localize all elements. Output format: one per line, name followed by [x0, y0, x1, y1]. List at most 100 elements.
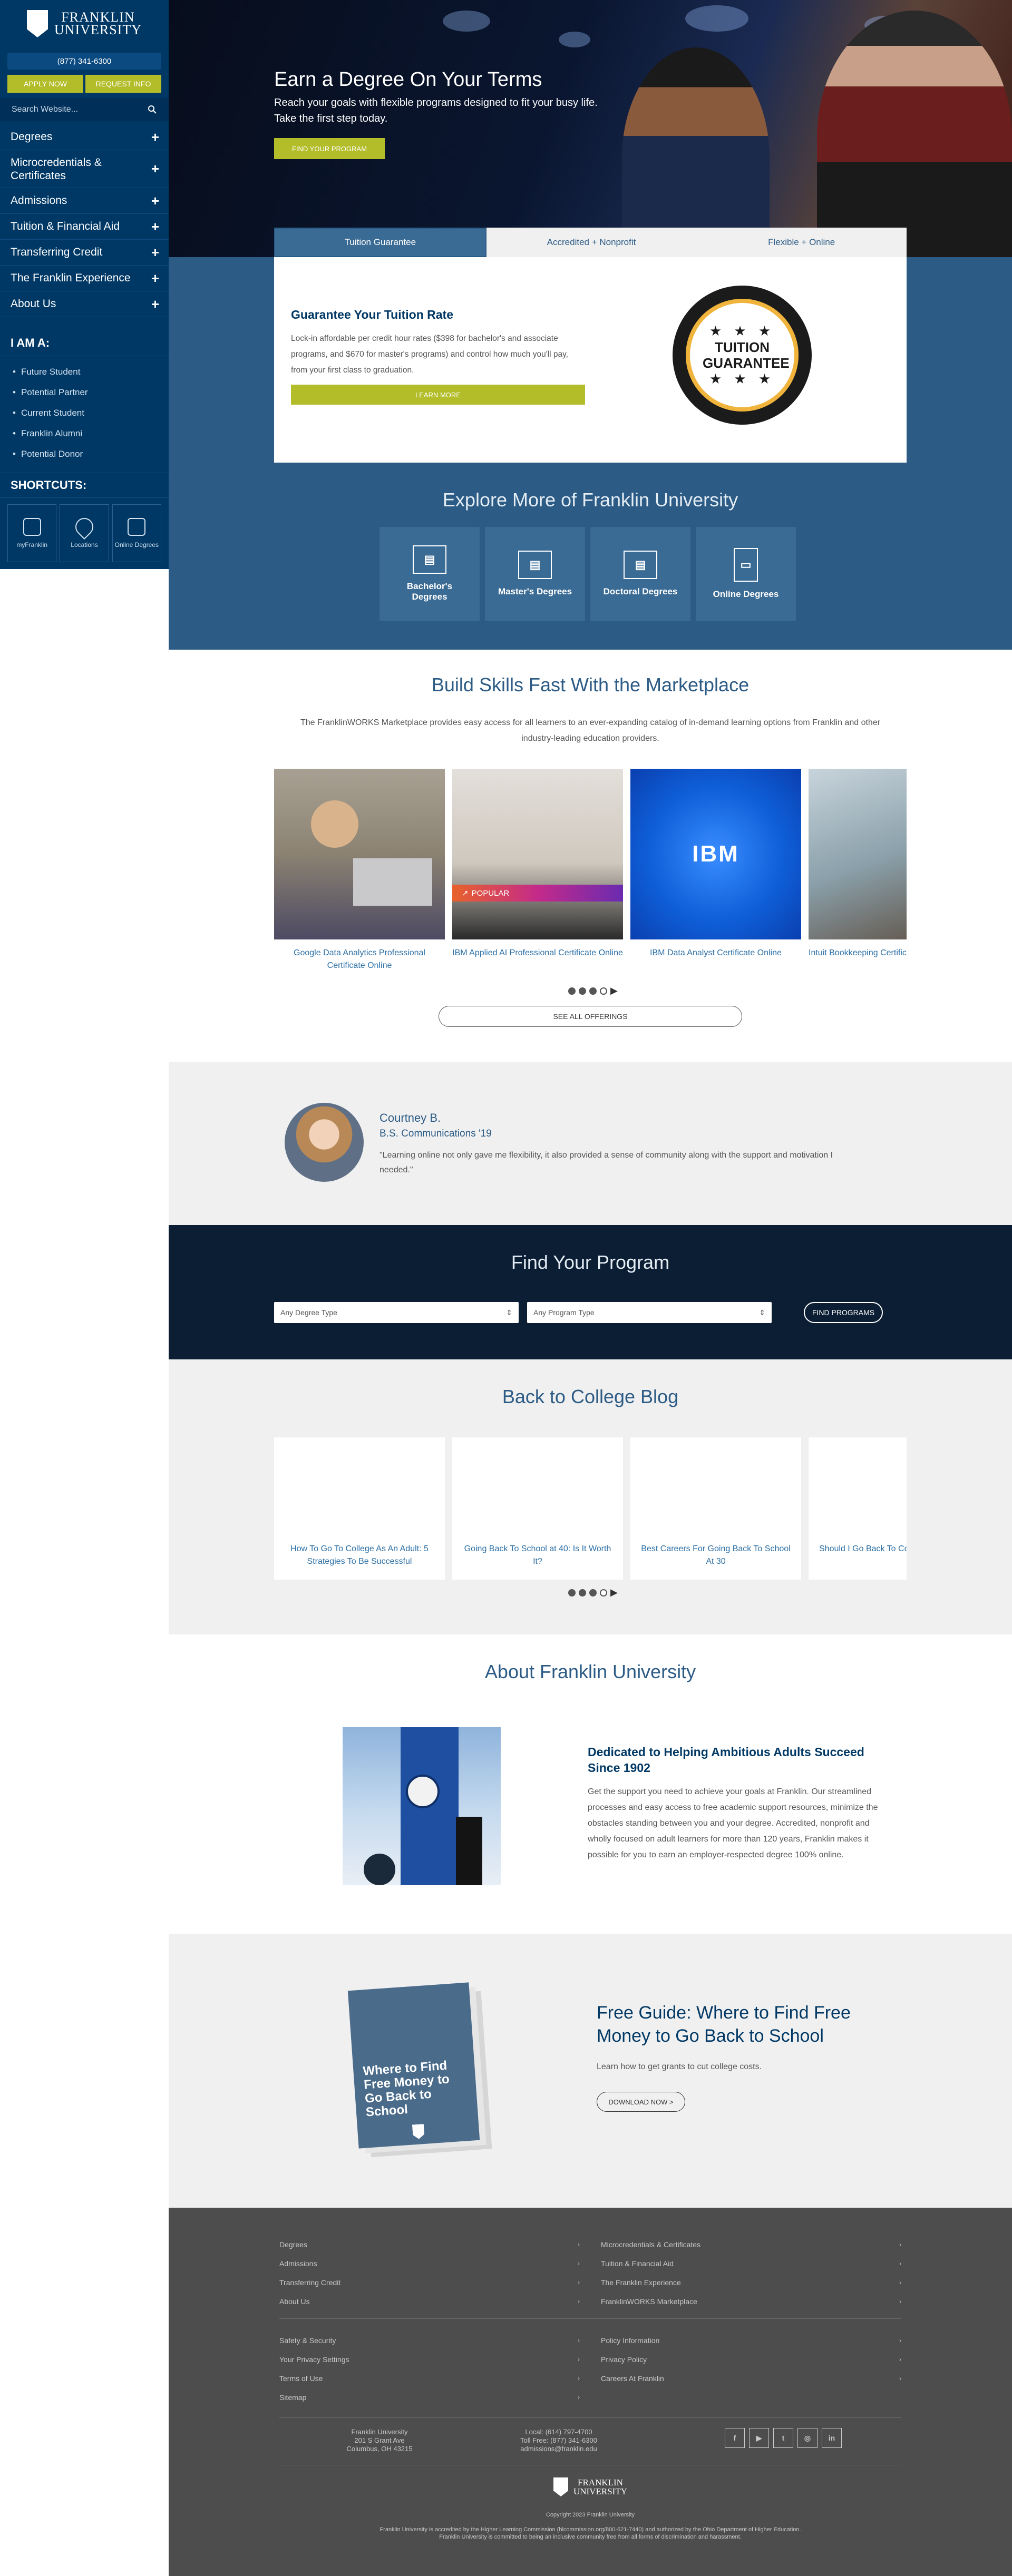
iama-alumni[interactable]: Franklin Alumni — [0, 423, 169, 444]
blog-card[interactable]: Going Back To School at 40: Is It Worth … — [452, 1437, 623, 1580]
request-info-button[interactable]: Request Info — [85, 75, 161, 93]
iama-potential-partner[interactable]: Potential Partner — [0, 382, 169, 403]
marketplace-item[interactable]: Google Data Analytics Professional Certi… — [274, 769, 445, 972]
apply-now-button[interactable]: Apply Now — [7, 75, 83, 93]
plus-icon[interactable]: + — [151, 270, 159, 287]
pager-dot[interactable] — [579, 987, 586, 995]
linkedin-icon[interactable]: in — [822, 2428, 842, 2448]
plus-icon[interactable]: + — [151, 219, 159, 235]
nav-about[interactable]: About Us + — [0, 291, 169, 317]
pager-dot[interactable] — [589, 1589, 597, 1596]
pager-dot[interactable] — [589, 987, 597, 995]
nav-transferring[interactable]: Transferring Credit + — [0, 240, 169, 266]
marketplace-item[interactable]: Intuit Bookkeeping Certificate — [809, 769, 907, 959]
shortcut-locations[interactable]: Locations — [60, 504, 109, 562]
download-now-button[interactable]: Download Now > — [597, 2092, 685, 2112]
footer-link-label: Policy Information — [601, 2336, 660, 2345]
tab-tuition-guarantee[interactable]: Tuition Guarantee — [274, 228, 486, 257]
footer-link[interactable]: Admissions › — [279, 2254, 580, 2273]
footer-link[interactable]: Your Privacy Settings › — [279, 2350, 580, 2369]
footer-link[interactable]: Terms of Use › — [279, 2369, 580, 2388]
degree-type-select[interactable]: Any Degree Type ⇕ — [274, 1302, 519, 1323]
search-icon[interactable] — [148, 105, 157, 114]
nav-experience[interactable]: The Franklin Experience + — [0, 266, 169, 291]
nav-degrees[interactable]: Degrees + — [0, 124, 169, 150]
footer-link[interactable]: FranklinWORKS Marketplace › — [601, 2292, 901, 2311]
facebook-icon[interactable]: f — [725, 2428, 745, 2448]
find-programs-button[interactable]: Find Programs — [804, 1302, 883, 1323]
footer-link[interactable]: Safety & Security › — [279, 2331, 580, 2350]
nav-microcredentials[interactable]: Microcredentials & Certificates + — [0, 150, 169, 188]
footer-link[interactable]: Policy Information › — [601, 2331, 901, 2350]
chevron-right-icon: › — [578, 2260, 580, 2267]
iama-donor[interactable]: Potential Donor — [0, 444, 169, 464]
guide-subtitle: Learn how to get grants to cut college c… — [597, 2062, 762, 2071]
guide-section: Where to Find Free Money to Go Back to S… — [169, 1934, 1012, 2208]
shortcut-online-degrees[interactable]: Online Degrees — [112, 504, 161, 562]
contact-line[interactable]: Toll Free: (877) 341-6300 — [480, 2436, 638, 2445]
avatar — [285, 1103, 364, 1182]
marketplace-item[interactable]: IBM IBM Data Analyst Certificate Online — [630, 769, 801, 959]
blog-pager: ▶ — [568, 1587, 618, 1598]
footer-link-label: Admissions — [279, 2259, 317, 2268]
pager-dot[interactable] — [600, 987, 607, 995]
hero: Earn a Degree On Your Terms Reach your g… — [169, 0, 1012, 257]
chevron-right-icon[interactable]: ▶ — [610, 985, 618, 996]
footer-link[interactable]: Transferring Credit › — [279, 2273, 580, 2292]
youtube-icon[interactable]: ▶ — [749, 2428, 769, 2448]
footer-link[interactable]: About Us › — [279, 2292, 580, 2311]
pager-dot[interactable] — [568, 1589, 576, 1596]
pager-dot[interactable] — [600, 1589, 607, 1596]
iama-future-student[interactable]: Future Student — [0, 361, 169, 382]
footer-link-label: Your Privacy Settings — [279, 2355, 349, 2364]
nav-admissions[interactable]: Admissions + — [0, 188, 169, 214]
find-program-section: Find Your Program Any Degree Type ⇕ Any P… — [169, 1225, 1012, 1359]
footer-link-label: FranklinWORKS Marketplace — [601, 2297, 697, 2306]
plus-icon[interactable]: + — [151, 161, 159, 177]
pager-dot[interactable] — [568, 987, 576, 995]
nav-tuition[interactable]: Tuition & Financial Aid + — [0, 214, 169, 240]
explore-doctoral[interactable]: ▤ Doctoral Degrees — [590, 527, 690, 621]
plus-icon[interactable]: + — [151, 129, 159, 145]
contact-email[interactable]: admissions@franklin.edu — [480, 2445, 638, 2453]
footer-link[interactable]: Privacy Policy › — [601, 2350, 901, 2369]
plus-icon[interactable]: + — [151, 296, 159, 312]
footer-link[interactable]: Degrees › — [279, 2235, 580, 2254]
learn-more-button[interactable]: Learn More — [291, 385, 585, 405]
footer-link-label: Microcredentials & Certificates — [601, 2240, 701, 2249]
explore-online[interactable]: ▭ Online Degrees — [696, 527, 796, 621]
footer-logo[interactable]: FRANKLIN UNIVERSITY — [169, 2477, 1012, 2496]
logo[interactable]: FRANKLIN UNIVERSITY — [0, 0, 169, 47]
blog-card[interactable]: Should I Go Back To College? Find the An… — [809, 1437, 907, 1580]
footer-col-2: Microcredentials & Certificates › Tuition… — [601, 2235, 901, 2311]
footer-link[interactable]: Careers At Franklin › — [601, 2369, 901, 2388]
tab-flexible[interactable]: Flexible + Online — [696, 228, 907, 257]
instagram-icon[interactable]: ◎ — [797, 2428, 818, 2448]
program-type-select[interactable]: Any Program Type ⇕ — [527, 1302, 772, 1323]
footer-link[interactable]: Sitemap › — [279, 2388, 580, 2407]
find-your-program-button[interactable]: Find Your Program — [274, 138, 385, 159]
marketplace-item[interactable]: ↗ POPULAR IBM Applied AI Professional Cer… — [452, 769, 623, 959]
contact-line[interactable]: Local: (614) 797-4700 — [480, 2428, 638, 2436]
footer-link[interactable]: Tuition & Financial Aid › — [601, 2254, 901, 2273]
iama-current-student[interactable]: Current Student — [0, 403, 169, 423]
explore-bachelors[interactable]: ▤ Bachelor's Degrees — [380, 527, 480, 621]
explore-masters[interactable]: ▤ Master's Degrees — [485, 527, 585, 621]
blog-card[interactable]: How To Go To College As An Adult: 5 Stra… — [274, 1437, 445, 1580]
footer-link[interactable]: Microcredentials & Certificates › — [601, 2235, 901, 2254]
search-input[interactable]: Search Website... — [0, 98, 169, 121]
plus-icon[interactable]: + — [151, 244, 159, 261]
footer-link-label: Tuition & Financial Aid — [601, 2259, 674, 2268]
blog-card[interactable]: Best Careers For Going Back To School At… — [630, 1437, 801, 1580]
about-title: About Franklin University — [484, 1661, 696, 1682]
pager-dot[interactable] — [579, 1589, 586, 1596]
see-all-offerings-button[interactable]: See All Offerings — [439, 1006, 742, 1027]
shortcut-myfranklin[interactable]: myFranklin — [7, 504, 57, 562]
twitter-icon[interactable]: t — [773, 2428, 793, 2448]
footer-link[interactable]: The Franklin Experience › — [601, 2273, 901, 2292]
chevron-right-icon[interactable]: ▶ — [610, 1587, 618, 1598]
tab-accredited[interactable]: Accredited + Nonprofit — [486, 228, 697, 257]
select-arrows-icon: ⇕ — [759, 1308, 765, 1317]
plus-icon[interactable]: + — [151, 193, 159, 209]
phone-link[interactable]: (877) 341-6300 — [7, 53, 161, 70]
